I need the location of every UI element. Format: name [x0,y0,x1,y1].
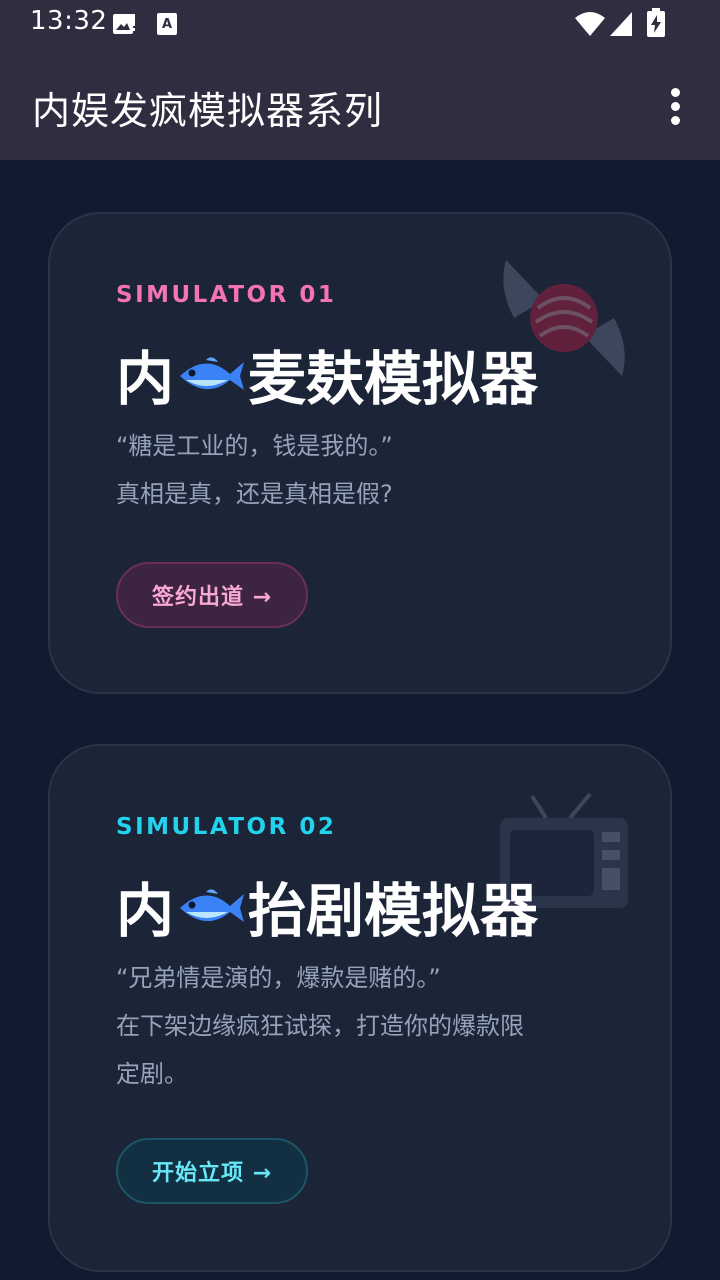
app-title: 内娱发疯模拟器系列 [32,89,384,133]
battery-charging-icon [647,8,665,37]
card-title-prefix: 内 [116,877,175,945]
gallery-notification-icon [113,14,135,34]
card-description: “糖是工业的，钱是我的。” 真相是真，还是真相是假? [116,422,616,518]
card-title-suffix: 抬剧模拟器 [248,877,539,945]
description-line: “糖是工业的，钱是我的。” [116,432,393,460]
card-description: “兄弟情是演的，爆款是赌的。” 在下架边缘疯狂试探，打造你的爆款限 定剧。 [116,954,616,1098]
card-title: 内 抬剧模拟器 [116,864,538,948]
fish-icon [180,357,245,390]
status-bar: 13:32 A [0,0,720,48]
sign-debut-button[interactable]: 签约出道 → [116,562,308,628]
description-line: “兄弟情是演的，爆款是赌的。” [116,964,441,992]
content-area: SIMULATOR 01 内 麦麸模拟器 “糖是工业的，钱是我的。” 真相是真，… [0,160,720,1280]
card-title-prefix: 内 [116,345,175,413]
status-time: 13:32 [30,6,108,36]
card-tag: SIMULATOR 02 [116,814,337,840]
card-title-suffix: 麦麸模拟器 [248,345,539,413]
card-title: 内 麦麸模拟器 [116,332,538,416]
app-bar: 内娱发疯模拟器系列 [0,48,720,160]
fish-icon [180,889,245,922]
wifi-icon [575,12,605,36]
start-project-button[interactable]: 开始立项 → [116,1138,308,1204]
overflow-menu-icon[interactable] [656,76,696,132]
simulator-card-1[interactable]: SIMULATOR 01 内 麦麸模拟器 “糖是工业的，钱是我的。” 真相是真，… [48,212,672,694]
svg-text:A: A [162,17,172,32]
simulator-card-2[interactable]: SIMULATOR 02 内 抬剧模拟器 “兄弟情是演的，爆款是赌的。” 在下架… [48,744,672,1272]
card-tag: SIMULATOR 01 [116,282,337,308]
signal-icon [610,12,632,36]
description-line: 在下架边缘疯狂试探，打造你的爆款限 [116,1012,524,1040]
keyboard-a-icon: A [157,13,177,35]
description-line: 真相是真，还是真相是假? [116,480,393,508]
description-line: 定剧。 [116,1060,188,1088]
